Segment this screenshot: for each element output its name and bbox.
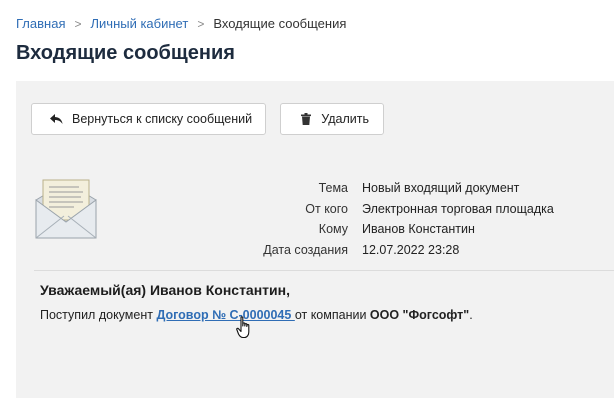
trash-icon (299, 112, 312, 126)
breadcrumb: Главная > Личный кабинет > Входящие сооб… (16, 16, 346, 31)
detail-value: Иванов Константин (362, 222, 475, 237)
delete-button[interactable]: Удалить (280, 103, 384, 135)
breadcrumb-separator: > (74, 16, 82, 31)
detail-label: Тема (318, 181, 348, 196)
body-middle: от компании (294, 308, 370, 322)
message-greeting: Уважаемый(ая) Иванов Константин, (40, 282, 290, 298)
message-details: Тема Новый входящий документ От кого Эле… (246, 178, 554, 260)
detail-row-from: От кого Электронная торговая площадка (246, 199, 554, 220)
body-suffix: . (469, 308, 473, 322)
message-panel: Вернуться к списку сообщений Удалить Тем… (16, 81, 614, 398)
back-button-label: Вернуться к списку сообщений (72, 112, 253, 126)
detail-label: Кому (318, 222, 348, 237)
breadcrumb-current: Входящие сообщения (213, 16, 347, 31)
detail-row-subject: Тема Новый входящий документ (246, 178, 554, 199)
divider (34, 270, 614, 271)
detail-value: Новый входящий документ (362, 181, 520, 196)
delete-button-label: Удалить (321, 112, 369, 126)
breadcrumb-separator: > (197, 16, 205, 31)
hand-pointer-icon (236, 316, 254, 340)
open-envelope-icon (34, 178, 98, 240)
body-prefix: Поступил документ (40, 308, 157, 322)
detail-row-to: Кому Иванов Константин (246, 219, 554, 240)
detail-value: Электронная торговая площадка (362, 201, 554, 216)
document-link[interactable]: Договор № С-0000045 (156, 308, 294, 322)
message-body: Поступил документ Договор № С-0000045 от… (40, 308, 473, 322)
page-title: Входящие сообщения (16, 42, 235, 64)
breadcrumb-link-home[interactable]: Главная (16, 16, 65, 31)
reply-arrow-icon (50, 112, 63, 126)
detail-value: 12.07.2022 23:28 (362, 242, 460, 257)
detail-row-created: Дата создания 12.07.2022 23:28 (246, 240, 554, 261)
breadcrumb-link-account[interactable]: Личный кабинет (91, 16, 189, 31)
detail-label: От кого (305, 201, 348, 216)
detail-label: Дата создания (263, 242, 348, 257)
company-name: ООО "Фогсофт" (369, 308, 470, 322)
back-to-list-button[interactable]: Вернуться к списку сообщений (31, 103, 266, 135)
